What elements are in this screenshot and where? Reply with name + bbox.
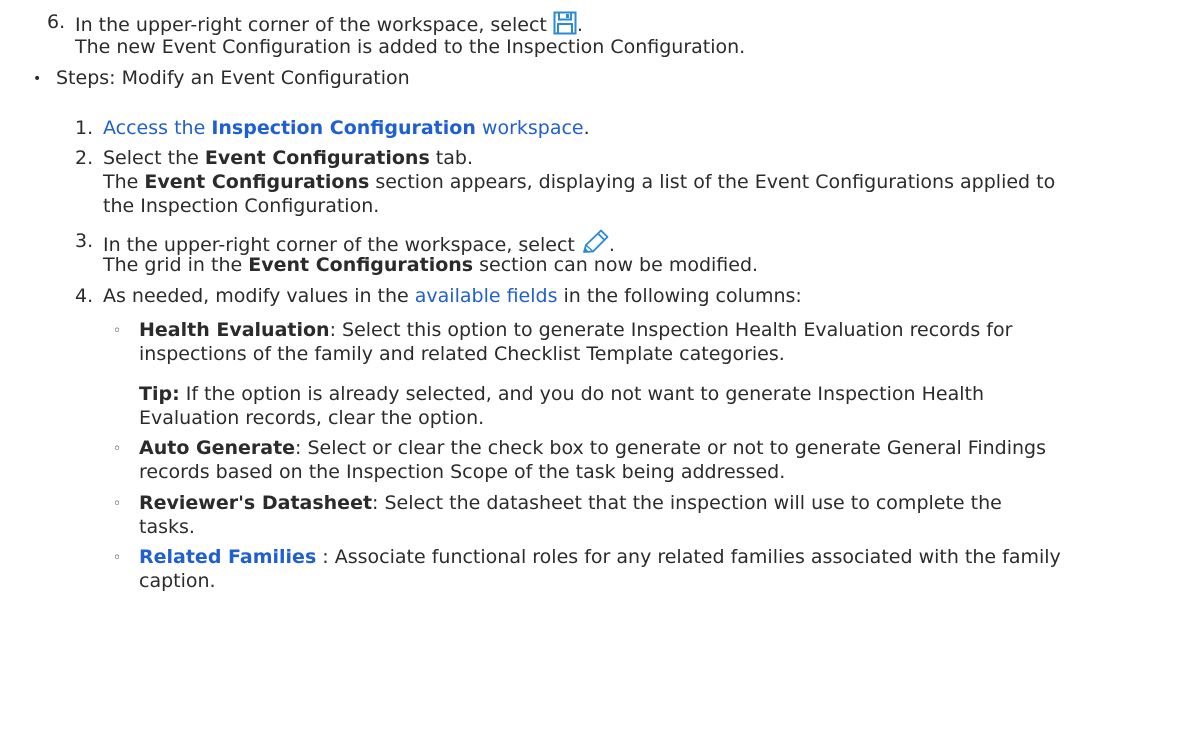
health-evaluation-desc: : Select this option to generate Inspect… bbox=[329, 319, 1013, 341]
step-3-result-pre: The grid in the bbox=[103, 254, 249, 276]
step-6-instruction: In the upper-right corner of the workspa… bbox=[75, 14, 547, 36]
step-number: 6. bbox=[47, 11, 66, 33]
link-text-end: workspace bbox=[475, 117, 584, 139]
step-3-result-bold: Event Configurations bbox=[248, 254, 474, 276]
health-evaluation-desc-line2: inspections of the family and related Ch… bbox=[139, 343, 785, 365]
sub-bullet: ◦ bbox=[113, 441, 122, 457]
tip-label: Tip: bbox=[139, 383, 180, 405]
step-1-period: . bbox=[583, 117, 590, 139]
step-2-result-pre: The bbox=[103, 171, 145, 193]
step-4-pre: As needed, modify values in the bbox=[103, 285, 415, 307]
step-number: 3. bbox=[75, 230, 94, 252]
sub-bullet: ◦ bbox=[113, 496, 122, 512]
tip-text: If the option is already selected, and y… bbox=[179, 383, 984, 405]
step-2-result-post: section appears, displaying a list of th… bbox=[369, 171, 1056, 193]
step-3-result: The grid in the Event Configurations sec… bbox=[103, 253, 758, 277]
section-bullet: • bbox=[33, 71, 42, 87]
step-6-result: The new Event Configuration is added to … bbox=[75, 36, 746, 58]
reviewers-datasheet-label: Reviewer's Datasheet bbox=[139, 492, 373, 514]
step-2-post: tab. bbox=[429, 147, 473, 169]
reviewers-datasheet-desc: : Select the datasheet that the inspecti… bbox=[372, 492, 1002, 514]
health-evaluation-label: Health Evaluation bbox=[139, 319, 330, 341]
step-2-result-line2: the Inspection Configuration. bbox=[103, 195, 380, 217]
related-families-desc: : Associate functional roles for any rel… bbox=[316, 546, 1061, 568]
tip-note: Tip: If the option is already selected, … bbox=[139, 382, 984, 406]
available-fields-link[interactable]: available fields bbox=[415, 285, 558, 307]
auto-generate-desc-line2: records based on the Inspection Scope of… bbox=[139, 461, 786, 483]
related-families-desc-line2: caption. bbox=[139, 570, 216, 592]
step-6-period: . bbox=[576, 14, 583, 36]
related-families-link[interactable]: Related Families bbox=[139, 546, 316, 568]
tip-text-line2: Evaluation records, clear the option. bbox=[139, 407, 485, 429]
step-number: 4. bbox=[75, 285, 94, 307]
reviewers-datasheet-desc-line2: tasks. bbox=[139, 516, 195, 538]
step-2-pre: Select the bbox=[103, 147, 205, 169]
auto-generate-item: Auto Generate: Select or clear the check… bbox=[139, 436, 1046, 460]
auto-generate-label: Auto Generate bbox=[139, 437, 296, 459]
step-3-result-post: section can now be modified. bbox=[473, 254, 759, 276]
step-2-bold: Event Configurations bbox=[204, 147, 430, 169]
step-number: 2. bbox=[75, 147, 94, 169]
related-families-item: Related Families : Associate functional … bbox=[139, 545, 1061, 569]
access-workspace-link[interactable]: Access the Inspection Configuration work… bbox=[103, 117, 584, 139]
step-2-result-bold: Event Configurations bbox=[144, 171, 370, 193]
link-bold-text: Inspection Configuration bbox=[211, 117, 476, 139]
step-1-text: Access the Inspection Configuration work… bbox=[103, 116, 590, 140]
step-2-text: Select the Event Configurations tab. bbox=[103, 146, 473, 170]
reviewers-datasheet-item: Reviewer's Datasheet: Select the datashe… bbox=[139, 491, 1002, 515]
link-text: Access the bbox=[103, 117, 212, 139]
related-families-label: Related Families bbox=[139, 546, 317, 568]
step-2-result: The Event Configurations section appears… bbox=[103, 170, 1055, 194]
health-evaluation-item: Health Evaluation: Select this option to… bbox=[139, 318, 1012, 342]
sub-bullet: ◦ bbox=[113, 323, 122, 339]
sub-bullet: ◦ bbox=[113, 550, 122, 566]
step-4-text: As needed, modify values in the availabl… bbox=[103, 284, 802, 308]
section-title: Steps: Modify an Event Configuration bbox=[56, 67, 410, 89]
step-number: 1. bbox=[75, 117, 94, 139]
step-4-post: in the following columns: bbox=[557, 285, 802, 307]
auto-generate-desc: : Select or clear the check box to gener… bbox=[295, 437, 1047, 459]
